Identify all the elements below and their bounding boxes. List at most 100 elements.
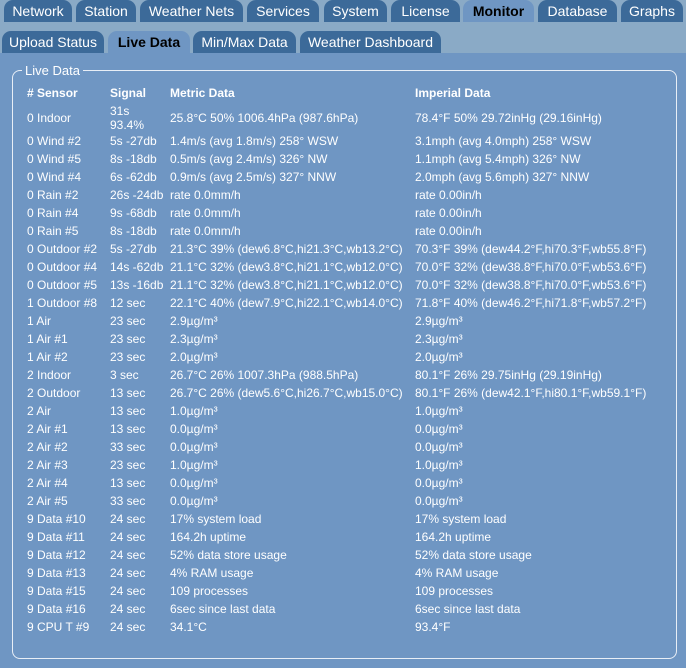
- table-row: 9 Data #16 24 sec 6sec since last data 6sec…: [0, 602, 686, 620]
- panel-legend: Live Data: [22, 63, 83, 78]
- table-row: 9 Data #11 24 sec 164.2h uptime 164.2h upti…: [0, 530, 686, 548]
- signal-value: 23 sec: [110, 458, 146, 472]
- table-row: 2 Air #4 13 sec 0.0µg/m³ 0.0µg/m³: [0, 476, 686, 494]
- sensor-name: 2 Air #1: [27, 422, 68, 436]
- table-row: 1 Air 23 sec 2.9µg/m³ 2.9µg/m³: [0, 314, 686, 332]
- table-row: 2 Air #1 13 sec 0.0µg/m³ 0.0µg/m³: [0, 422, 686, 440]
- table-row: 0 Wind #4 6s -62db 0.9m/s (avg 2.5m/s) 327…: [0, 170, 686, 188]
- imperial-value: 80.1°F 26% (dew42.1°F,hi80.1°F,wb59.1°F): [415, 386, 647, 400]
- metric-value: rate 0.0mm/h: [170, 224, 241, 238]
- sensor-name: 2 Air #2: [27, 440, 68, 454]
- sensor-name: 0 Rain #5: [27, 224, 79, 238]
- metric-value: rate 0.0mm/h: [170, 206, 241, 220]
- sensor-name: 9 Data #12: [27, 548, 86, 562]
- sensor-name: 2 Outdoor: [27, 386, 81, 400]
- tab-station[interactable]: Station: [76, 0, 136, 22]
- imperial-value: rate 0.00in/h: [415, 188, 482, 202]
- metric-value: 26.7°C 26% 1007.3hPa (988.5hPa): [170, 368, 359, 382]
- imperial-value: 71.8°F 40% (dew46.2°F,hi71.8°F,wb57.2°F): [415, 296, 647, 310]
- signal-value: 13 sec: [110, 386, 146, 400]
- table-row: 9 Data #10 24 sec 17% system load 17% syste…: [0, 512, 686, 530]
- signal-value: 33 sec: [110, 494, 146, 508]
- sensor-name: 2 Air #3: [27, 458, 68, 472]
- metric-value: 52% data store usage: [170, 548, 287, 562]
- sensor-name: 0 Outdoor #5: [27, 278, 98, 292]
- sensor-name: 9 CPU T #9: [27, 620, 90, 634]
- signal-value: 24 sec: [110, 548, 146, 562]
- signal-value: 26s -24db: [110, 188, 164, 202]
- tab-services[interactable]: Services: [247, 0, 319, 22]
- imperial-value: 1.0µg/m³: [415, 404, 463, 418]
- signal-value: 13s -16db: [110, 278, 164, 292]
- metric-value: 21.3°C 39% (dew6.8°C,hi21.3°C,wb13.2°C): [170, 242, 403, 256]
- sub-tab-bar: Upload Status Live Data Min/Max Data Wea…: [0, 26, 686, 53]
- tab-database[interactable]: Database: [538, 0, 617, 22]
- metric-value: 1.0µg/m³: [170, 404, 218, 418]
- subtab-live-data[interactable]: Live Data: [108, 31, 190, 53]
- signal-value: 3 sec: [110, 368, 139, 382]
- tab-system[interactable]: System: [324, 0, 387, 22]
- metric-value: 6sec since last data: [170, 602, 276, 616]
- tab-graphs[interactable]: Graphs: [621, 0, 683, 22]
- subtab-minmax-data[interactable]: Min/Max Data: [193, 31, 296, 53]
- header-sensor: # Sensor: [27, 86, 78, 100]
- imperial-value: 0.0µg/m³: [415, 440, 463, 454]
- imperial-value: rate 0.00in/h: [415, 206, 482, 220]
- subtab-upload-status[interactable]: Upload Status: [2, 31, 104, 53]
- imperial-value: 6sec since last data: [415, 602, 521, 616]
- imperial-value: 2.0µg/m³: [415, 350, 463, 364]
- imperial-value: 0.0µg/m³: [415, 476, 463, 490]
- table-row: 0 Wind #5 8s -18db 0.5m/s (avg 2.4m/s) 326…: [0, 152, 686, 170]
- imperial-value: 2.9µg/m³: [415, 314, 463, 328]
- table-row: 0 Rain #4 9s -68db rate 0.0mm/h rate 0.00in…: [0, 206, 686, 224]
- table-row: 0 Outdoor #2 5s -27db 21.3°C 39% (dew6.8°C…: [0, 242, 686, 260]
- imperial-value: 109 processes: [415, 584, 494, 598]
- imperial-value: 1.0µg/m³: [415, 458, 463, 472]
- table-row: 0 Wind #2 5s -27db 1.4m/s (avg 1.8m/s) 258…: [0, 134, 686, 152]
- sensor-name: 1 Air #1: [27, 332, 68, 346]
- tab-weather-nets[interactable]: Weather Nets: [140, 0, 243, 22]
- metric-value: 2.0µg/m³: [170, 350, 218, 364]
- subtab-weather-dashboard[interactable]: Weather Dashboard: [300, 31, 441, 53]
- tab-license[interactable]: License: [391, 0, 460, 22]
- imperial-value: 93.4°F: [415, 620, 451, 634]
- signal-value: 5s -27db: [110, 134, 157, 148]
- imperial-value: 70.3°F 39% (dew44.2°F,hi70.3°F,wb55.8°F): [415, 242, 647, 256]
- sensor-name: 9 Data #16: [27, 602, 86, 616]
- sensor-name: 9 Data #10: [27, 512, 86, 526]
- metric-value: 25.8°C 50% 1006.4hPa (987.6hPa): [170, 111, 359, 125]
- signal-value: 33 sec: [110, 440, 146, 454]
- sensor-name: 2 Air: [27, 404, 52, 418]
- signal-value: 24 sec: [110, 602, 146, 616]
- sensor-name: 0 Outdoor #4: [27, 260, 98, 274]
- signal-value: 23 sec: [110, 314, 146, 328]
- imperial-value: 70.0°F 32% (dew38.8°F,hi70.0°F,wb53.6°F): [415, 260, 647, 274]
- sensor-name: 2 Air #4: [27, 476, 68, 490]
- signal-value: 24 sec: [110, 584, 146, 598]
- table-row: 0 Rain #2 26s -24db rate 0.0mm/h rate 0.00i…: [0, 188, 686, 206]
- table-row: 2 Air #2 33 sec 0.0µg/m³ 0.0µg/m³: [0, 440, 686, 458]
- metric-value: 26.7°C 26% (dew5.6°C,hi26.7°C,wb15.0°C): [170, 386, 403, 400]
- sensor-name: 2 Air #5: [27, 494, 68, 508]
- table-row: 2 Air #5 33 sec 0.0µg/m³ 0.0µg/m³: [0, 494, 686, 512]
- table-row: 2 Air 13 sec 1.0µg/m³ 1.0µg/m³: [0, 404, 686, 422]
- sensor-name: 0 Rain #4: [27, 206, 79, 220]
- metric-value: 164.2h uptime: [170, 530, 247, 544]
- signal-value: 23 sec: [110, 350, 146, 364]
- table-row: 2 Indoor 3 sec 26.7°C 26% 1007.3hPa (988.5…: [0, 368, 686, 386]
- sensor-name: 9 Data #11: [27, 530, 85, 544]
- metric-value: 0.0µg/m³: [170, 422, 218, 436]
- imperial-value: 52% data store usage: [415, 548, 532, 562]
- table-row: 9 Data #13 24 sec 4% RAM usage 4% RAM usage: [0, 566, 686, 584]
- header-signal: Signal: [110, 86, 147, 100]
- tab-monitor[interactable]: Monitor: [463, 0, 534, 22]
- signal-value: 24 sec: [110, 530, 146, 544]
- metric-value: 1.4m/s (avg 1.8m/s) 258° WSW: [170, 134, 339, 148]
- metric-value: 2.9µg/m³: [170, 314, 218, 328]
- tab-network[interactable]: Network: [4, 0, 72, 22]
- imperial-value: 78.4°F 50% 29.72inHg (29.16inHg): [415, 111, 602, 125]
- metric-value: 109 processes: [170, 584, 249, 598]
- imperial-value: 3.1mph (avg 4.0mph) 258° WSW: [415, 134, 592, 148]
- metric-value: 0.0µg/m³: [170, 494, 218, 508]
- sensor-name: 0 Wind #2: [27, 134, 82, 148]
